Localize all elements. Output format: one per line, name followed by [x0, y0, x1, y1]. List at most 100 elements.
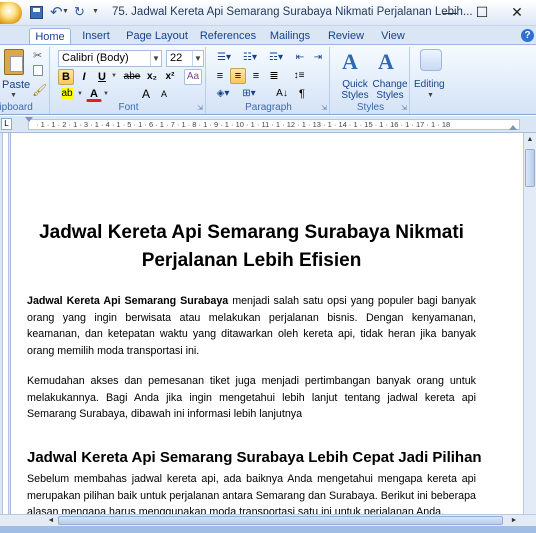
qat-customize-icon[interactable]: ▼: [92, 8, 99, 15]
quick-styles-button[interactable]: Quick Styles: [338, 79, 372, 101]
line-spacing-button[interactable]: ↕≡: [288, 68, 310, 84]
increase-indent-button[interactable]: ⇥: [310, 50, 326, 66]
title-bar: ↶ ▼ ↻ ▼ 75. Jadwal Kereta Api Semarang S…: [0, 0, 536, 26]
redo-icon[interactable]: ↻: [74, 4, 85, 20]
document-title-line1: Jadwal Kereta Api Semarang Surabaya Nikm…: [39, 222, 464, 243]
tab-references[interactable]: References: [198, 28, 258, 45]
underline-dropdown-icon[interactable]: ▼: [111, 73, 117, 79]
copy-icon[interactable]: [33, 65, 43, 76]
tab-mailings[interactable]: Mailings: [266, 28, 314, 45]
font-color-dropdown-icon[interactable]: ▼: [103, 91, 109, 97]
sort-button[interactable]: A↓: [274, 86, 290, 102]
shrink-font-button[interactable]: A: [156, 86, 172, 102]
quick-styles-icon[interactable]: A: [342, 49, 358, 75]
paste-icon[interactable]: [4, 49, 24, 75]
format-painter-icon[interactable]: 🖌: [32, 83, 47, 97]
first-line-indent-marker[interactable]: [25, 117, 33, 122]
italic-button[interactable]: I: [76, 69, 92, 85]
tab-insert[interactable]: Insert: [76, 28, 116, 45]
document-area[interactable]: Jadwal Kereta Api Semarang Surabaya Nikm…: [11, 133, 523, 514]
vertical-ruler[interactable]: [0, 133, 11, 533]
undo-dropdown-icon[interactable]: ▼: [62, 8, 69, 15]
scroll-left-icon[interactable]: ◄: [46, 515, 56, 526]
tab-page-layout[interactable]: Page Layout: [124, 28, 190, 45]
editing-group: Editing ▼: [412, 47, 450, 114]
tab-home[interactable]: Home: [29, 28, 71, 45]
font-size-value: 22: [170, 52, 183, 64]
horizontal-ruler[interactable]: L · 1 · 1 · 2 · 1 · 3 · 1 · 4 · 1 · 5 · …: [0, 116, 536, 133]
font-color-button[interactable]: A: [86, 86, 102, 102]
chevron-down-icon[interactable]: ▼: [192, 51, 203, 66]
chevron-down-icon[interactable]: ▼: [150, 51, 161, 66]
bullets-button[interactable]: ☰▾: [212, 50, 236, 66]
paragraph-second[interactable]: Kemudahan akses dan pemesanan tiket juga…: [27, 373, 476, 423]
office-button[interactable]: [0, 2, 22, 24]
save-icon[interactable]: [30, 6, 43, 19]
shading-button[interactable]: ◈▾: [212, 86, 234, 102]
numbering-button[interactable]: ☷▾: [238, 50, 262, 66]
multilevel-list-button[interactable]: ☶▾: [264, 50, 288, 66]
styles-group-label: Styles: [356, 102, 385, 113]
clear-formatting-button[interactable]: Aa: [184, 69, 202, 85]
intro-bold-keyword: Jadwal Kereta Api Semarang Surabaya: [27, 295, 229, 307]
status-bar: [0, 526, 536, 533]
font-size-select[interactable]: 22 ▼: [166, 50, 204, 67]
styles-dialog-launcher-icon[interactable]: ⇲: [401, 104, 407, 112]
font-dialog-launcher-icon[interactable]: ⇲: [197, 104, 203, 112]
close-icon[interactable]: ✕: [500, 0, 534, 24]
font-group-label: Font: [118, 102, 139, 113]
change-styles-button[interactable]: Change Styles: [372, 79, 408, 101]
scroll-up-icon[interactable]: ▲: [525, 134, 535, 146]
subscript-button[interactable]: x₂: [144, 69, 160, 85]
undo-icon[interactable]: ↶: [50, 3, 63, 21]
horizontal-scroll-thumb[interactable]: [58, 516, 503, 525]
superscript-button[interactable]: x²: [162, 69, 178, 85]
paragraph-third[interactable]: Sebelum membahas jadwal kereta api, ada …: [27, 471, 476, 514]
paste-dropdown-icon[interactable]: ▼: [10, 92, 17, 99]
underline-button[interactable]: U: [94, 69, 110, 85]
ribbon-tabs: Home Insert Page Layout References Maili…: [0, 26, 536, 45]
font-family-value: Calibri (Body): [62, 52, 129, 64]
paste-button-label[interactable]: Paste: [2, 79, 30, 91]
minimize-icon[interactable]: —: [433, 0, 467, 24]
help-icon[interactable]: ?: [521, 29, 534, 42]
horizontal-scrollbar[interactable]: ◄ ►: [0, 514, 536, 526]
show-formatting-button[interactable]: ¶: [294, 86, 310, 102]
cut-icon[interactable]: ✂: [33, 49, 42, 62]
editing-button[interactable]: Editing: [414, 79, 445, 90]
ruler-marks: · 1 · 1 · 2 · 1 · 3 · 1 · 4 · 1 · 5 · 1 …: [36, 120, 451, 129]
editing-dropdown-icon[interactable]: ▼: [427, 92, 434, 99]
vertical-scrollbar[interactable]: ▲: [523, 133, 536, 514]
tab-view[interactable]: View: [376, 28, 410, 45]
right-indent-marker[interactable]: [509, 125, 517, 130]
maximize-icon[interactable]: ☐: [465, 0, 499, 24]
strikethrough-button[interactable]: abe: [122, 69, 142, 85]
font-group: Calibri (Body) ▼ 22 ▼ B I U ▼ abe x₂ x² …: [52, 47, 206, 114]
editing-icon[interactable]: [420, 49, 442, 71]
align-right-button[interactable]: ≡: [248, 68, 264, 84]
section-heading[interactable]: Jadwal Kereta Api Semarang Surabaya Lebi…: [27, 448, 487, 468]
scroll-right-icon[interactable]: ►: [509, 515, 519, 526]
scroll-thumb[interactable]: [525, 149, 535, 187]
align-left-button[interactable]: ≡: [212, 68, 228, 84]
bold-button[interactable]: B: [58, 69, 74, 85]
tab-selector-icon[interactable]: L: [1, 118, 12, 130]
document-title[interactable]: Jadwal Kereta Api Semarang Surabaya Nikm…: [27, 219, 476, 275]
paragraph-dialog-launcher-icon[interactable]: ⇲: [321, 104, 327, 112]
tab-review[interactable]: Review: [324, 28, 368, 45]
paragraph-intro[interactable]: Jadwal Kereta Api Semarang Surabaya menj…: [27, 293, 476, 359]
clipboard-group-label: Clipboard: [0, 102, 33, 113]
borders-button[interactable]: ⊞▾: [238, 86, 260, 102]
font-family-select[interactable]: Calibri (Body) ▼: [58, 50, 162, 67]
change-styles-icon[interactable]: A: [378, 49, 394, 75]
decrease-indent-button[interactable]: ⇤: [292, 50, 308, 66]
clipboard-group: Paste ▼ ✂ 🖌 Clipboard: [0, 47, 50, 114]
document-page[interactable]: Jadwal Kereta Api Semarang Surabaya Nikm…: [11, 133, 523, 514]
align-center-button[interactable]: ≡: [230, 68, 246, 84]
window-title: 75. Jadwal Kereta Api Semarang Surabaya …: [112, 6, 473, 18]
paragraph-group-label: Paragraph: [245, 102, 292, 113]
grow-font-button[interactable]: A: [138, 86, 154, 102]
justify-button[interactable]: ≣: [266, 68, 282, 84]
highlight-button[interactable]: ab: [58, 86, 76, 102]
highlight-dropdown-icon[interactable]: ▼: [77, 91, 83, 97]
